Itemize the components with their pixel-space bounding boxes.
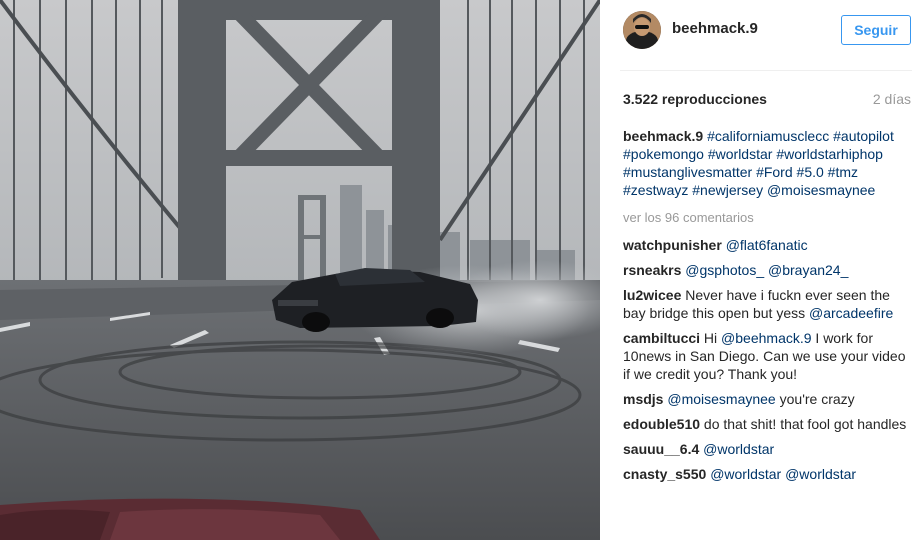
hashtag-link[interactable]: #zestwayz: [623, 182, 688, 198]
mention-link[interactable]: @gsphotos_: [685, 262, 764, 278]
comment-text: Hi: [703, 330, 722, 346]
avatar[interactable]: [623, 11, 661, 49]
comment-item: msdjs @moisesmaynee you're crazy: [623, 390, 913, 408]
view-all-comments-link[interactable]: ver los 96 comentarios: [623, 209, 913, 227]
comment-username[interactable]: watchpunisher: [623, 237, 722, 253]
comment-username[interactable]: lu2wicee: [623, 287, 681, 303]
comment-item: cnasty_s550 @worldstar @worldstar: [623, 465, 913, 483]
hashtag-link[interactable]: #worldstar: [708, 146, 773, 162]
mention-link[interactable]: @moisesmaynee: [667, 391, 775, 407]
post-username[interactable]: beehmack.9: [672, 20, 758, 37]
comment-item: lu2wicee Never have i fuckn ever seen th…: [623, 286, 913, 322]
comment-items: watchpunisher @flat6fanatic rsneakrs @gsp…: [623, 236, 913, 483]
header-divider: [620, 70, 912, 71]
comment-list: beehmack.9 #californiamusclecc #autopilo…: [623, 127, 913, 490]
caption-username[interactable]: beehmack.9: [623, 128, 703, 144]
comment-item: edouble510 do that shit! that fool got h…: [623, 415, 913, 433]
comment-username[interactable]: cambiltucci: [623, 330, 700, 346]
comment-text: do that shit! that fool got handles: [703, 416, 907, 432]
mention-link[interactable]: @arcadeefire: [809, 305, 893, 321]
hashtag-link[interactable]: #tmz: [828, 164, 858, 180]
comment-text: you're crazy: [775, 391, 855, 407]
post-header: beehmack.9 Seguir: [600, 0, 922, 70]
mention-link[interactable]: @flat6fanatic: [726, 237, 808, 253]
post-video[interactable]: [0, 0, 600, 540]
comment-username[interactable]: sauuu__6.4: [623, 441, 699, 457]
comment-item: sauuu__6.4 @worldstar: [623, 440, 913, 458]
mention-link[interactable]: @worldstar: [703, 441, 774, 457]
post-sidebar: beehmack.9 Seguir 3.522 reproducciones 2…: [600, 0, 922, 540]
bridge-scene: [0, 0, 600, 540]
post-caption: beehmack.9 #californiamusclecc #autopilo…: [623, 127, 913, 199]
comment-username[interactable]: msdjs: [623, 391, 663, 407]
post-timestamp[interactable]: 2 días: [873, 91, 911, 107]
hashtag-link[interactable]: #autopilot: [833, 128, 894, 144]
hashtag-link[interactable]: #newjersey: [692, 182, 763, 198]
comment-item: cambiltucci Hi @beehmack.9 I work for 10…: [623, 329, 913, 383]
view-count: 3.522 reproducciones: [623, 91, 767, 107]
profile-photo-icon: [623, 11, 661, 49]
hashtag-link[interactable]: #californiamusclecc: [707, 128, 829, 144]
hashtag-link[interactable]: #pokemongo: [623, 146, 704, 162]
hashtag-link[interactable]: @moisesmaynee: [767, 182, 875, 198]
comment-username[interactable]: rsneakrs: [623, 262, 681, 278]
comment-username[interactable]: cnasty_s550: [623, 466, 706, 482]
hashtag-link[interactable]: #mustanglivesmatter: [623, 164, 752, 180]
follow-button[interactable]: Seguir: [841, 15, 911, 45]
mention-link[interactable]: @worldstar: [710, 466, 781, 482]
mention-link[interactable]: @worldstar: [785, 466, 856, 482]
hashtag-link[interactable]: #Ford: [756, 164, 793, 180]
hashtag-link[interactable]: #5.0: [797, 164, 824, 180]
comment-item: watchpunisher @flat6fanatic: [623, 236, 913, 254]
mention-link[interactable]: @beehmack.9: [721, 330, 811, 346]
comment-item: rsneakrs @gsphotos_ @brayan24_: [623, 261, 913, 279]
comment-username[interactable]: edouble510: [623, 416, 700, 432]
mention-link[interactable]: @brayan24_: [768, 262, 848, 278]
hashtag-link[interactable]: #worldstarhiphop: [776, 146, 883, 162]
